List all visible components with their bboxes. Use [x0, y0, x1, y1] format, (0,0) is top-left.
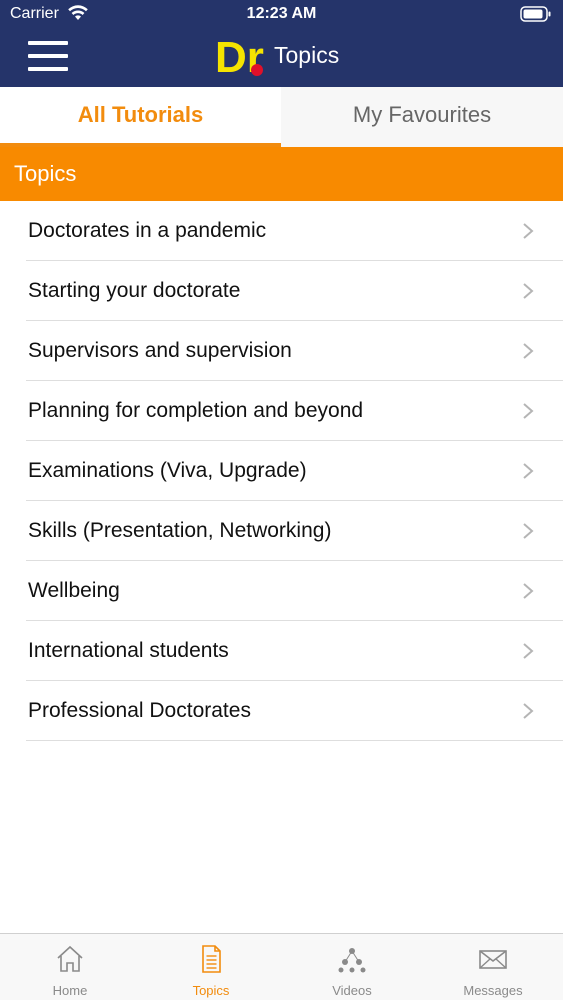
chevron-right-icon	[523, 403, 534, 419]
list-item-label: Skills (Presentation, Networking)	[28, 519, 332, 542]
tab-my-favourites[interactable]: My Favourites	[281, 87, 563, 147]
chevron-right-icon	[523, 523, 534, 539]
chevron-right-icon	[523, 703, 534, 719]
tab-all-tutorials[interactable]: All Tutorials	[0, 87, 281, 147]
tabbar-item-videos[interactable]: Videos	[282, 934, 422, 1000]
list-item[interactable]: Doctorates in a pandemic	[0, 201, 563, 261]
list-item[interactable]: Wellbeing	[0, 561, 563, 621]
chevron-right-icon	[523, 343, 534, 359]
tabbar-label: Topics	[192, 983, 230, 998]
tabbar-label: Home	[52, 983, 88, 998]
list-item[interactable]: Planning for completion and beyond	[0, 381, 563, 441]
list-item[interactable]: Examinations (Viva, Upgrade)	[0, 441, 563, 501]
network-icon	[338, 948, 366, 973]
tabbar-item-topics[interactable]: Topics	[141, 934, 281, 1000]
envelope-icon	[479, 950, 507, 969]
list-item-label: Wellbeing	[28, 579, 120, 602]
app-logo: Dr	[215, 34, 264, 78]
top-bar: Carrier 12:23 AM Dr Topics	[0, 0, 563, 87]
segmented-tabs: All Tutorials My Favourites	[0, 87, 563, 147]
chevron-right-icon	[523, 583, 534, 599]
list-item-label: Starting your doctorate	[28, 279, 241, 302]
bottom-tab-bar: Home Topics Videos Messages	[0, 933, 563, 1000]
page-title: Topics	[274, 42, 340, 68]
hamburger-menu-icon[interactable]	[26, 38, 70, 74]
list-item-label: Professional Doctorates	[28, 699, 251, 722]
chevron-right-icon	[523, 283, 534, 299]
list-item-label: Doctorates in a pandemic	[28, 219, 267, 242]
navigation-bar: Dr Topics	[0, 30, 563, 87]
list-item[interactable]: International students	[0, 621, 563, 681]
clock: 12:23 AM	[246, 5, 317, 22]
list-item[interactable]: Supervisors and supervision	[0, 321, 563, 381]
chevron-right-icon	[523, 223, 534, 239]
home-icon	[57, 945, 83, 972]
list-item-label: Supervisors and supervision	[28, 339, 292, 362]
tab-label: My Favourites	[352, 102, 492, 127]
tabbar-item-messages[interactable]: Messages	[423, 934, 563, 1000]
chevron-right-icon	[523, 643, 534, 659]
battery-icon	[520, 6, 551, 22]
list-item-label: Examinations (Viva, Upgrade)	[28, 459, 307, 482]
document-icon	[202, 945, 221, 973]
section-header: Topics	[0, 147, 563, 201]
tabbar-label: Messages	[463, 983, 523, 998]
status-bar: Carrier 12:23 AM	[0, 0, 563, 30]
tabbar-label: Videos	[332, 983, 372, 998]
list-item-label: International students	[28, 639, 229, 662]
row-divider	[26, 740, 563, 741]
list-item[interactable]: Professional Doctorates	[0, 681, 563, 741]
list-item-label: Planning for completion and beyond	[28, 399, 364, 422]
chevron-right-icon	[523, 463, 534, 479]
tabbar-item-home[interactable]: Home	[0, 934, 140, 1000]
list-item[interactable]: Starting your doctorate	[0, 261, 563, 321]
section-title: Topics	[14, 161, 77, 186]
topic-list: Doctorates in a pandemic Starting your do…	[0, 201, 563, 741]
tab-label: All Tutorials	[77, 102, 204, 127]
list-item[interactable]: Skills (Presentation, Networking)	[0, 501, 563, 561]
app-screen: Carrier 12:23 AM Dr Topics All Tutorials…	[0, 0, 563, 1000]
